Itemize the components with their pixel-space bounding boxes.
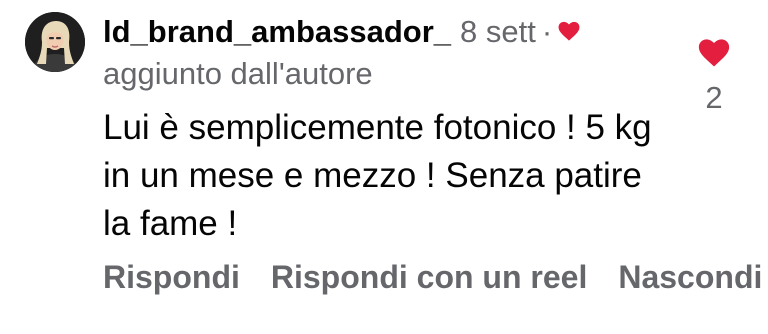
comment-time: 8 sett [460,14,536,49]
author-added-label: aggiunto dall'autore [103,56,373,91]
author-liked-heart-icon [558,8,580,54]
reply-with-reel-button[interactable]: Rispondi con un reel [271,259,587,295]
avatar[interactable] [25,12,85,72]
comment-text: Lui è semplicemente fotonico ! 5 kg in u… [103,108,652,243]
hide-button[interactable]: Nascondi [618,259,762,295]
reply-button[interactable]: Rispondi [103,259,240,295]
comment-actions: Rispondi Rispondi con un reel Nascondi [103,254,768,300]
like-count: 2 [705,80,723,115]
comment-header: ld_brand_ambassador_ 8 sett · [103,9,580,57]
username-link[interactable]: ld_brand_ambassador_ [103,14,451,49]
like-control[interactable]: 2 [688,38,740,116]
separator-dot: · [541,14,553,49]
like-heart-icon[interactable] [688,38,740,67]
avatar-image [25,12,85,72]
